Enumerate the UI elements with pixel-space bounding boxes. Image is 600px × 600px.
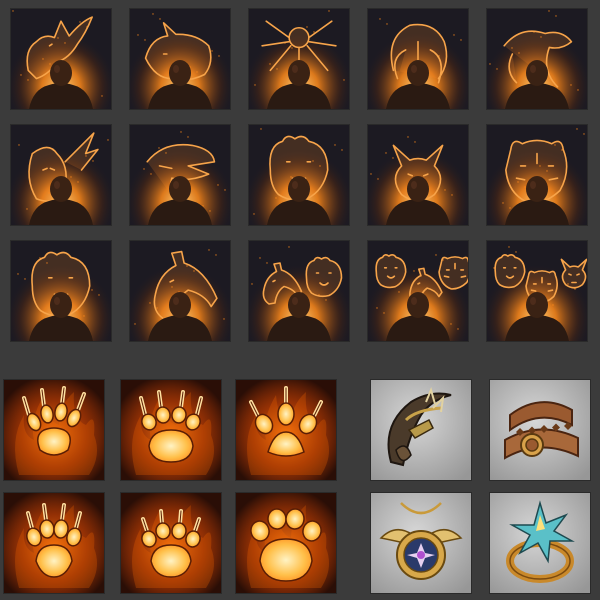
spirit-icon-rhino[interactable]	[129, 8, 231, 110]
spirit-icon-horse-and-bear[interactable]	[248, 240, 350, 342]
paw-icon-dog-claw-print[interactable]	[3, 492, 105, 594]
paw-icon-round-paw-print[interactable]	[235, 492, 337, 594]
spirit-icon-lizard[interactable]	[486, 8, 588, 110]
spirit-icon-bear-tiger-wolf[interactable]	[486, 240, 588, 342]
spirit-icon-bear-horse-tiger[interactable]	[367, 240, 469, 342]
spirit-icon-griffin[interactable]	[10, 8, 112, 110]
spirit-icon-wolf[interactable]	[367, 124, 469, 226]
paw-icon-cat-claw-print[interactable]	[120, 492, 222, 594]
spirit-icon-dragon[interactable]	[10, 124, 112, 226]
spirit-icon-mammoth[interactable]	[367, 8, 469, 110]
spirit-icon-bear-prowl[interactable]	[248, 124, 350, 226]
spirit-icon-raptor[interactable]	[129, 124, 231, 226]
spirit-icon-spider[interactable]	[248, 8, 350, 110]
paw-icon-three-toe-print[interactable]	[235, 379, 337, 481]
spirit-icon-tiger[interactable]	[486, 124, 588, 226]
item-icon-leather-belt[interactable]	[489, 379, 591, 481]
paw-icon-bear-claw-print[interactable]	[120, 379, 222, 481]
paw-icon-claw-print[interactable]	[3, 379, 105, 481]
spirit-icon-bear-roar[interactable]	[10, 240, 112, 342]
spirit-icon-horse[interactable]	[129, 240, 231, 342]
item-icon-star-ring[interactable]	[489, 492, 591, 594]
item-icon-bone-claw-bracer[interactable]	[370, 379, 472, 481]
item-icon-winged-amulet[interactable]	[370, 492, 472, 594]
